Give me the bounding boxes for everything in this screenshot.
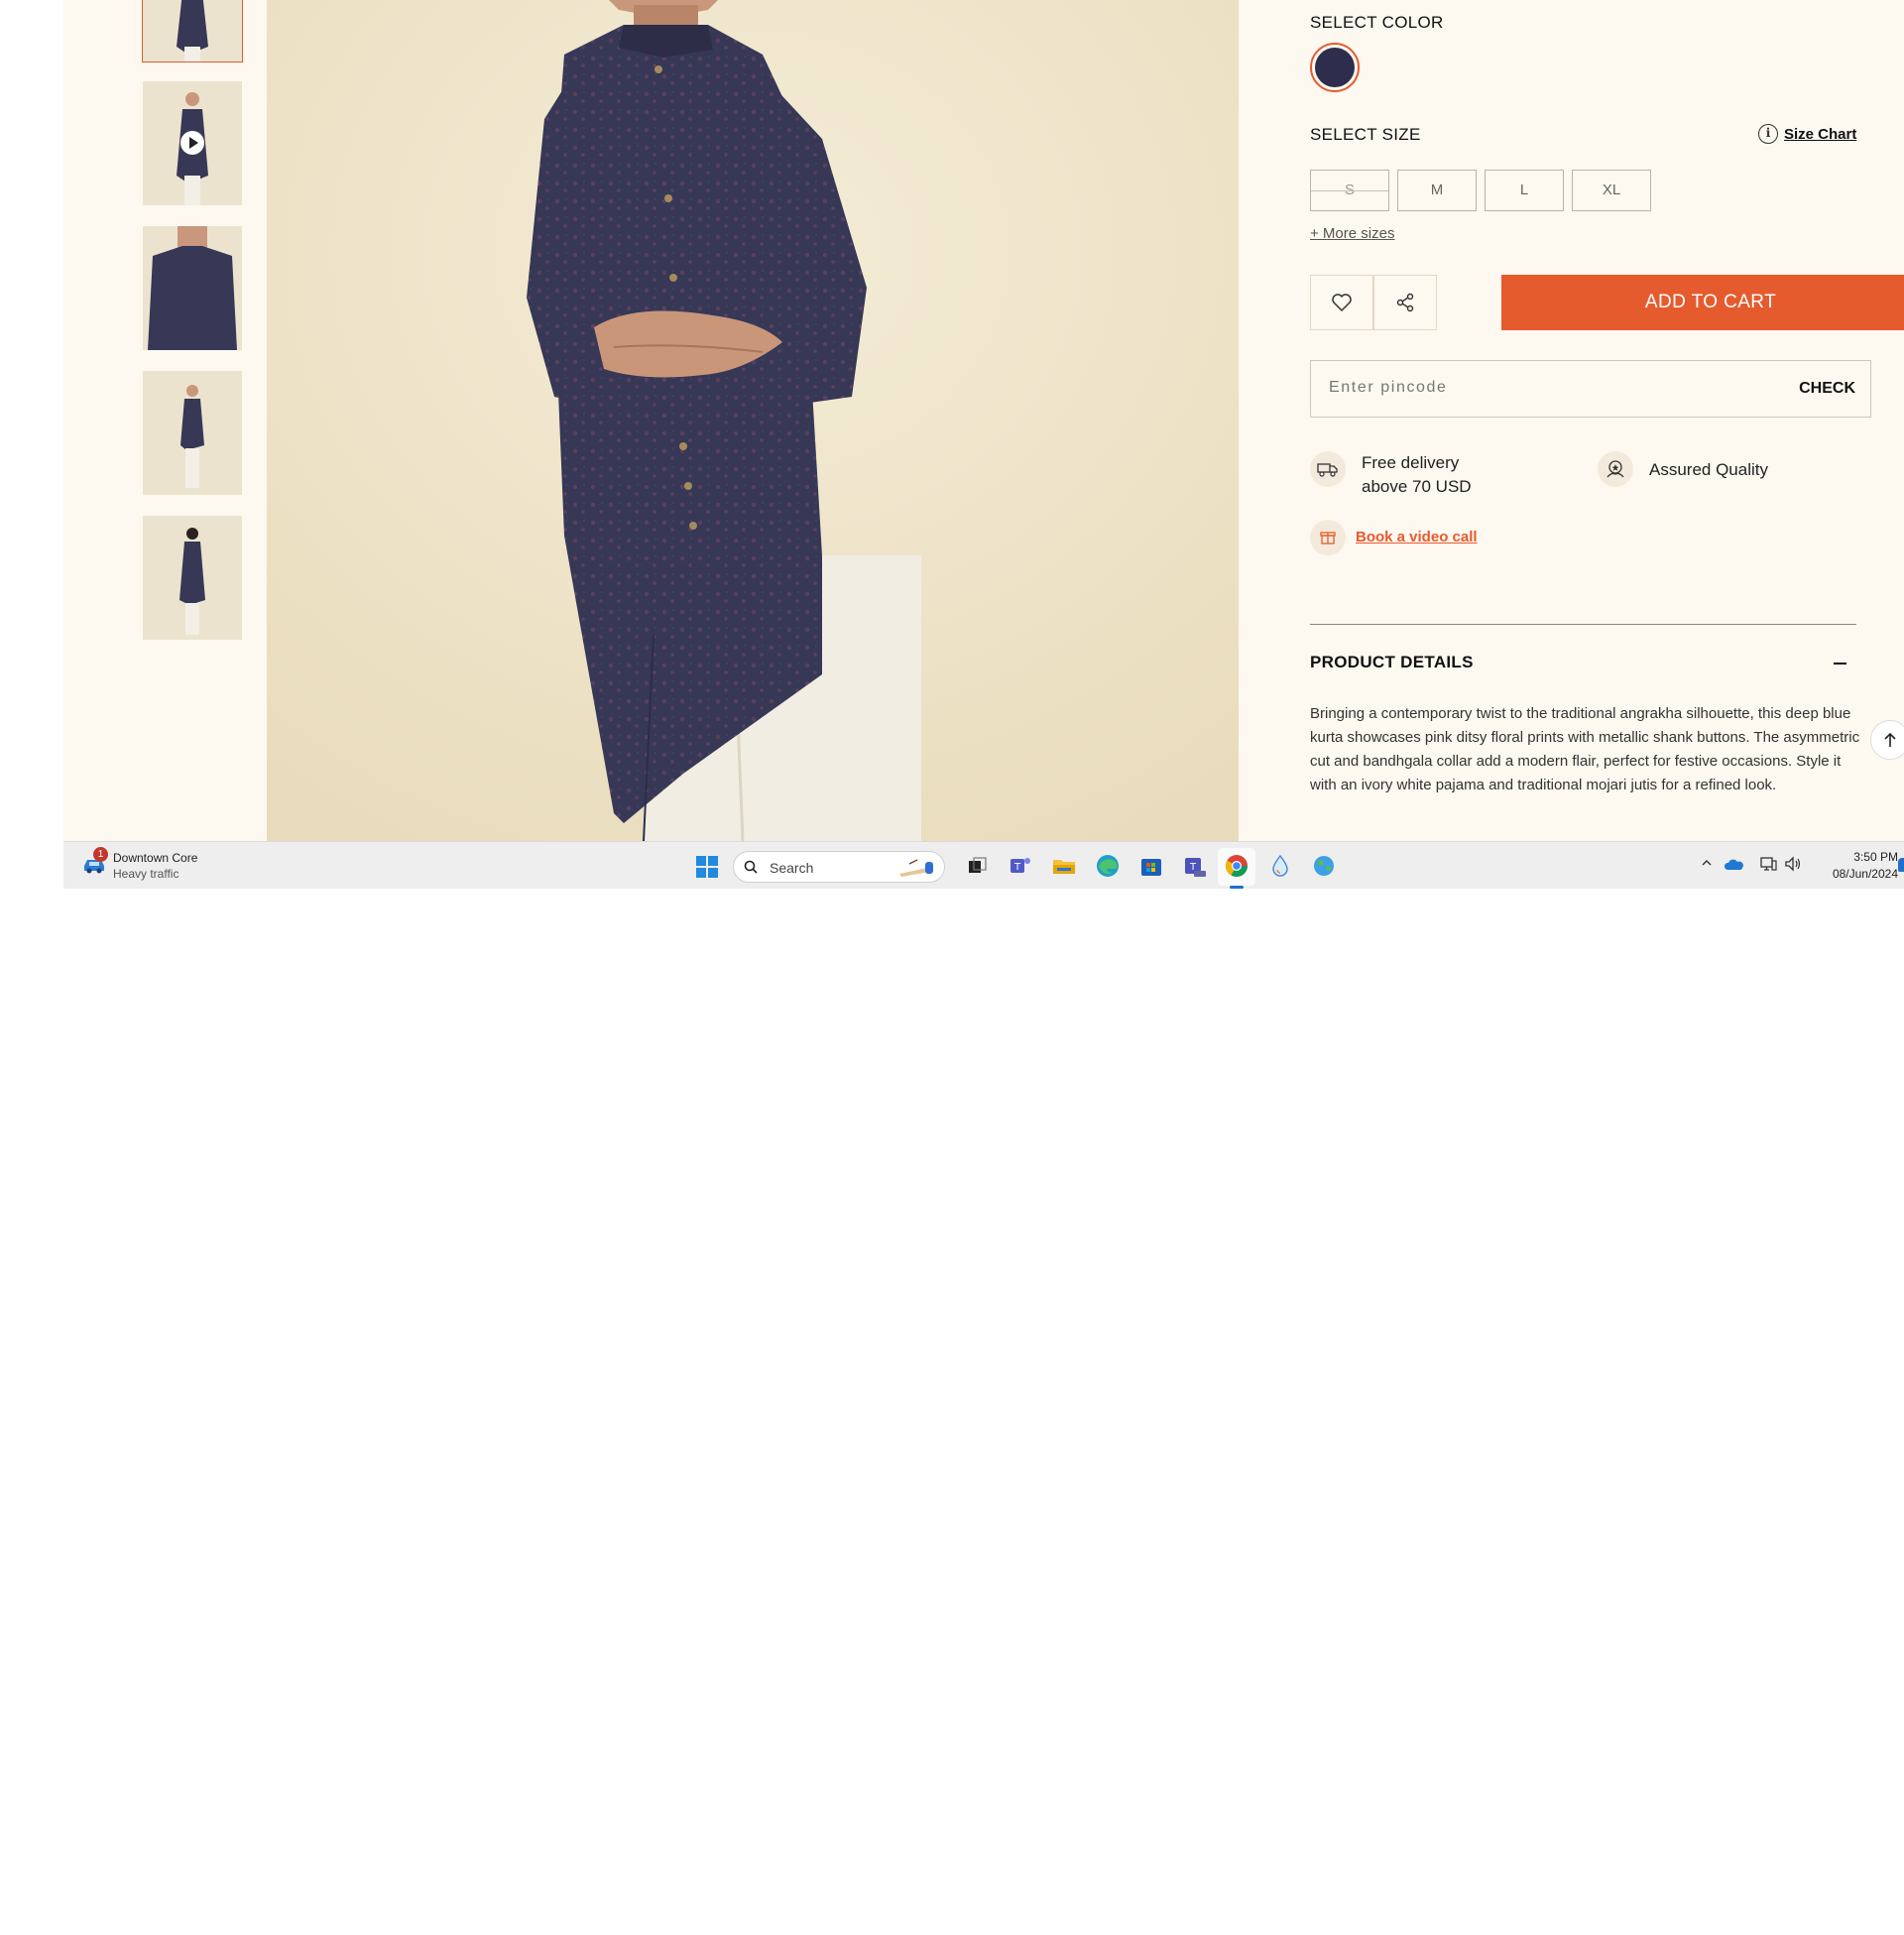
- weather-title[interactable]: Downtown Core: [113, 851, 197, 865]
- file-explorer-icon[interactable]: [1051, 853, 1077, 879]
- store-icon[interactable]: [1138, 853, 1164, 879]
- add-to-cart-button[interactable]: ADD TO CART: [1501, 275, 1904, 330]
- size-chart-label: Size Chart: [1784, 125, 1857, 143]
- select-color-label: SELECT COLOR: [1310, 13, 1444, 32]
- globe-app-icon[interactable]: [1311, 853, 1337, 879]
- assured-quality-text: Assured Quality: [1649, 460, 1768, 479]
- thumbnail-video[interactable]: [143, 81, 242, 205]
- check-pincode-button[interactable]: CHECK: [1799, 380, 1855, 398]
- gift-box-icon: [1310, 520, 1346, 555]
- volume-icon[interactable]: [1784, 856, 1802, 872]
- search-placeholder: Search: [770, 860, 814, 876]
- drop-app-icon[interactable]: [1267, 853, 1293, 879]
- clock-date[interactable]: 08/Jun/2024: [1819, 867, 1898, 881]
- main-product-image[interactable]: [267, 0, 1239, 841]
- windows-taskbar: 1 Downtown Core Heavy traffic Search T T…: [63, 841, 1904, 889]
- chrome-running-indicator: [1230, 886, 1244, 889]
- pincode-input[interactable]: [1329, 379, 1706, 397]
- pincode-box: CHECK: [1310, 360, 1871, 418]
- notification-bell-icon[interactable]: [1898, 858, 1904, 872]
- share-icon: [1396, 293, 1414, 312]
- weather-badge: 1: [93, 847, 108, 862]
- more-sizes-link[interactable]: + More sizes: [1310, 225, 1394, 242]
- free-delivery-line1: Free delivery: [1362, 453, 1460, 472]
- search-highlight-icon: [899, 859, 933, 877]
- size-option-xl[interactable]: XL: [1572, 170, 1651, 211]
- edge-icon[interactable]: [1095, 853, 1121, 879]
- info-icon: i: [1758, 124, 1778, 144]
- thumbnail-back[interactable]: [143, 516, 242, 640]
- chevron-up-icon[interactable]: [1700, 856, 1714, 870]
- arrow-up-icon: [1884, 732, 1896, 747]
- size-option-m[interactable]: M: [1397, 170, 1477, 211]
- thumbnail-full-front[interactable]: [143, 371, 242, 495]
- color-swatch-deep-blue[interactable]: [1310, 43, 1360, 92]
- browser-viewport: SELECT COLOR SELECT SIZE i Size Chart S …: [63, 0, 1904, 889]
- size-option-l[interactable]: L: [1485, 170, 1564, 211]
- thumbnail-collar[interactable]: [143, 226, 242, 350]
- search-icon: [744, 860, 758, 874]
- size-option-s[interactable]: S: [1310, 170, 1389, 211]
- delivery-truck-icon: [1310, 451, 1346, 487]
- product-details-text: Bringing a contemporary twist to the tra…: [1310, 705, 1860, 793]
- free-delivery-text: Free delivery above 70 USD: [1362, 451, 1472, 499]
- onedrive-icon[interactable]: [1725, 858, 1744, 872]
- size-chart-link[interactable]: i Size Chart: [1758, 124, 1856, 144]
- free-delivery-line2: above 70 USD: [1362, 477, 1472, 496]
- wishlist-button[interactable]: [1310, 275, 1373, 330]
- scroll-to-top-button[interactable]: [1870, 720, 1904, 760]
- section-divider: [1310, 624, 1856, 625]
- chrome-icon[interactable]: [1224, 853, 1250, 879]
- clock-time[interactable]: 3:50 PM: [1839, 850, 1898, 864]
- heart-icon: [1332, 294, 1352, 311]
- thumbnail-front[interactable]: [142, 0, 243, 62]
- svg-text:T: T: [1013, 862, 1021, 873]
- network-icon[interactable]: [1759, 856, 1777, 872]
- teams-icon[interactable]: T: [1008, 853, 1033, 879]
- book-video-call-link[interactable]: Book a video call: [1356, 529, 1478, 545]
- play-icon: [180, 131, 204, 155]
- thumbnail-gallery: [63, 0, 267, 841]
- taskbar-search-box[interactable]: Search: [733, 851, 945, 883]
- product-details-title[interactable]: PRODUCT DETAILS: [1310, 653, 1474, 672]
- windows-start-icon[interactable]: [696, 856, 718, 878]
- task-view-icon[interactable]: [964, 853, 990, 879]
- teams-new-icon[interactable]: T: [1182, 853, 1208, 879]
- quality-badge-icon: [1598, 451, 1633, 487]
- select-size-label: SELECT SIZE: [1310, 125, 1421, 144]
- share-button[interactable]: [1373, 275, 1437, 330]
- product-info-panel: SELECT COLOR SELECT SIZE i Size Chart S …: [1239, 0, 1904, 841]
- collapse-minus-icon[interactable]: [1834, 663, 1846, 665]
- weather-subtitle: Heavy traffic: [113, 867, 179, 881]
